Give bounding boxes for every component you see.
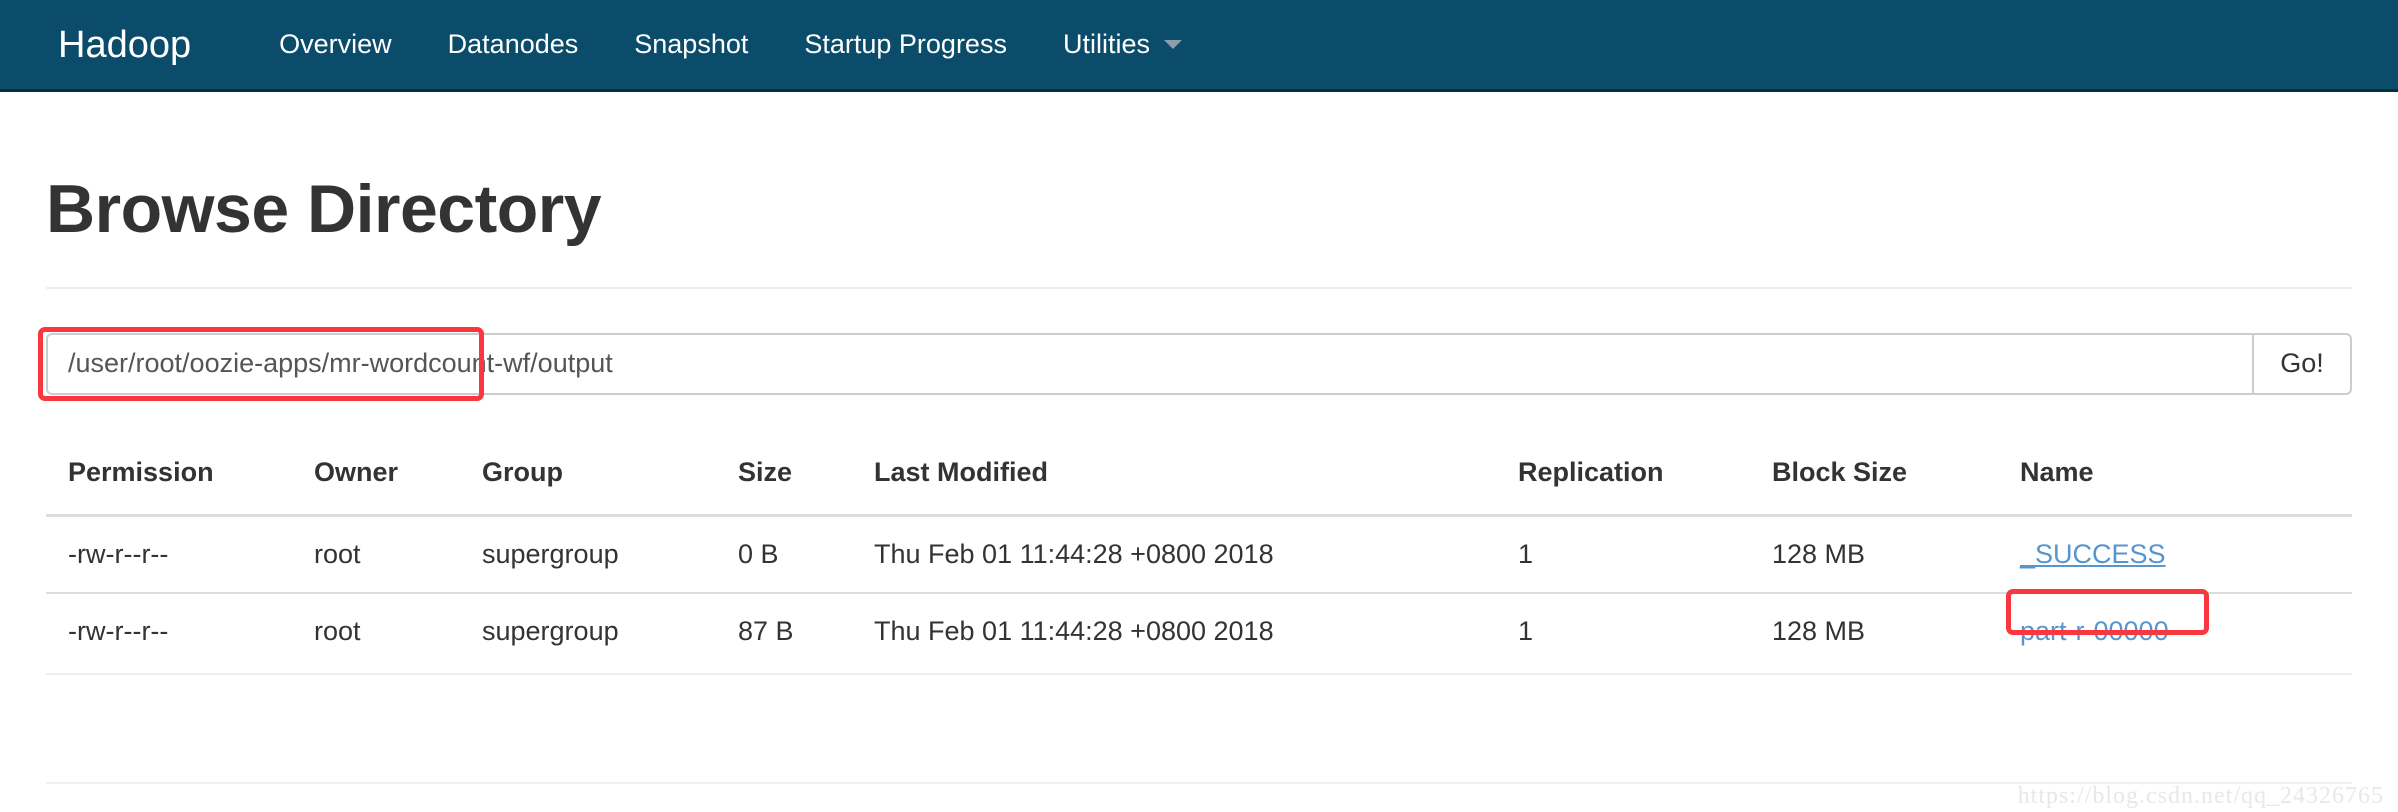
nav-item-snapshot: Snapshot	[606, 31, 776, 58]
file-name-link[interactable]: part-r-00000	[2020, 616, 2169, 646]
navbar-nav: Overview Datanodes Snapshot Startup Prog…	[251, 31, 1210, 58]
file-name-link[interactable]: _SUCCESS	[2020, 539, 2166, 569]
nav-link-startup-progress[interactable]: Startup Progress	[776, 31, 1035, 58]
nav-item-datanodes: Datanodes	[420, 31, 607, 58]
title-divider	[46, 286, 2352, 289]
page-title: Browse Directory	[46, 171, 602, 247]
cell-size: 87 B	[738, 591, 874, 675]
nav-link-snapshot[interactable]: Snapshot	[606, 31, 776, 58]
cell-last-modified: Thu Feb 01 11:44:28 +0800 2018	[874, 591, 1518, 675]
cell-last-modified: Thu Feb 01 11:44:28 +0800 2018	[874, 514, 1518, 593]
nav-item-startup-progress: Startup Progress	[776, 31, 1035, 58]
nav-link-overview[interactable]: Overview	[251, 31, 420, 58]
brand-link[interactable]: Hadoop	[58, 26, 191, 64]
path-input[interactable]	[46, 332, 2252, 395]
cell-permission: -rw-r--r--	[46, 514, 314, 593]
cell-owner: root	[314, 591, 482, 675]
nav-label-snapshot: Snapshot	[634, 29, 749, 59]
cell-block-size: 128 MB	[1772, 514, 2020, 593]
nav-label-datanodes: Datanodes	[447, 29, 579, 59]
nav-link-utilities[interactable]: Utilities	[1035, 31, 1210, 58]
nav-label-startup-progress: Startup Progress	[804, 29, 1007, 59]
nav-label-overview: Overview	[279, 29, 392, 59]
top-navbar: Hadoop Overview Datanodes Snapshot Start…	[0, 0, 2398, 92]
table-row: -rw-r--r-- root supergroup 87 B Thu Feb …	[46, 588, 2352, 675]
column-header-last-modified[interactable]: Last Modified	[874, 434, 1518, 517]
footer-divider	[46, 782, 2352, 784]
cell-group: supergroup	[482, 591, 738, 675]
cell-size: 0 B	[738, 514, 874, 593]
cell-block-size: 128 MB	[1772, 591, 2020, 675]
nav-label-utilities: Utilities	[1062, 29, 1150, 59]
nav-link-datanodes[interactable]: Datanodes	[420, 31, 607, 58]
path-input-group: Go!	[38, 326, 2352, 401]
column-header-owner[interactable]: Owner	[314, 434, 482, 517]
file-listing-table: Permission Owner Group Size Last Modifie…	[46, 434, 2352, 675]
cell-name: part-r-00000	[2006, 588, 2352, 675]
cell-name: _SUCCESS	[2020, 514, 2352, 593]
column-header-name[interactable]: Name	[2020, 434, 2352, 517]
watermark-text: https://blog.csdn.net/qq_24326765	[2017, 783, 2384, 809]
column-header-size[interactable]: Size	[738, 434, 874, 517]
nav-item-utilities: Utilities	[1035, 31, 1210, 58]
column-header-group[interactable]: Group	[482, 434, 738, 517]
table-head: Permission Owner Group Size Last Modifie…	[46, 434, 2352, 517]
go-button[interactable]: Go!	[2252, 332, 2352, 395]
column-header-replication[interactable]: Replication	[1518, 434, 1772, 517]
cell-replication: 1	[1518, 514, 1772, 593]
table-header-row: Permission Owner Group Size Last Modifie…	[46, 434, 2352, 517]
table-row: -rw-r--r-- root supergroup 0 B Thu Feb 0…	[46, 514, 2352, 593]
cell-owner: root	[314, 514, 482, 593]
chevron-down-icon	[1163, 40, 1182, 49]
main-container: Browse Directory Go! Permission Owner Gr…	[0, 172, 2398, 675]
nav-item-overview: Overview	[251, 31, 420, 58]
column-header-block-size[interactable]: Block Size	[1772, 434, 2020, 517]
table-body: -rw-r--r-- root supergroup 0 B Thu Feb 0…	[46, 514, 2352, 675]
cell-group: supergroup	[482, 514, 738, 593]
column-header-permission[interactable]: Permission	[46, 434, 314, 517]
cell-permission: -rw-r--r--	[46, 591, 314, 675]
cell-replication: 1	[1518, 591, 1772, 675]
